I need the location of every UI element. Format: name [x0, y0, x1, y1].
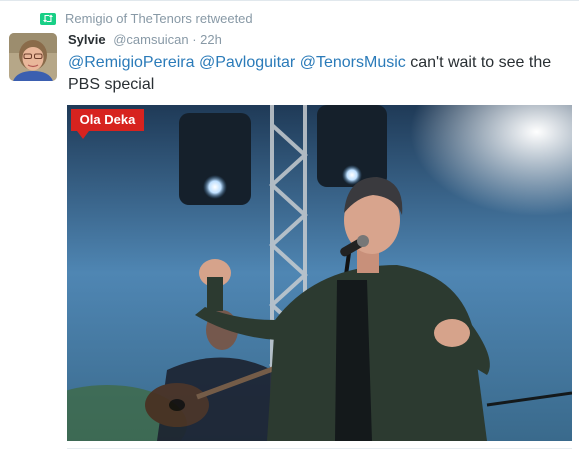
avatar[interactable]: [9, 33, 57, 81]
retweet-context-text: Remigio of TheTenors retweeted: [65, 11, 253, 26]
mention-link[interactable]: @Pavloguitar: [199, 54, 295, 71]
tweet-author-username[interactable]: @camsuican: [113, 32, 188, 47]
tweet-header: Sylvie @camsuican · 22h: [68, 32, 222, 47]
tweet-text: @RemigioPereira @Pavloguitar @TenorsMusi…: [68, 52, 568, 96]
watermark-text: Ola Deka: [79, 112, 136, 127]
divider: [67, 448, 572, 449]
tweet-author-name[interactable]: Sylvie: [68, 32, 106, 47]
header-separator: ·: [192, 32, 197, 47]
tweet-card: Remigio of TheTenors retweeted Sylvie @c…: [0, 0, 579, 454]
retweet-icon: [40, 12, 56, 25]
mention-link[interactable]: @RemigioPereira: [68, 54, 195, 71]
mention-link[interactable]: @TenorsMusic: [300, 54, 406, 71]
tweet-timestamp[interactable]: 22h: [200, 32, 222, 47]
divider: [0, 0, 579, 1]
tweet-photo[interactable]: Ola Deka: [67, 105, 572, 441]
retweet-context[interactable]: Remigio of TheTenors retweeted: [40, 11, 253, 26]
